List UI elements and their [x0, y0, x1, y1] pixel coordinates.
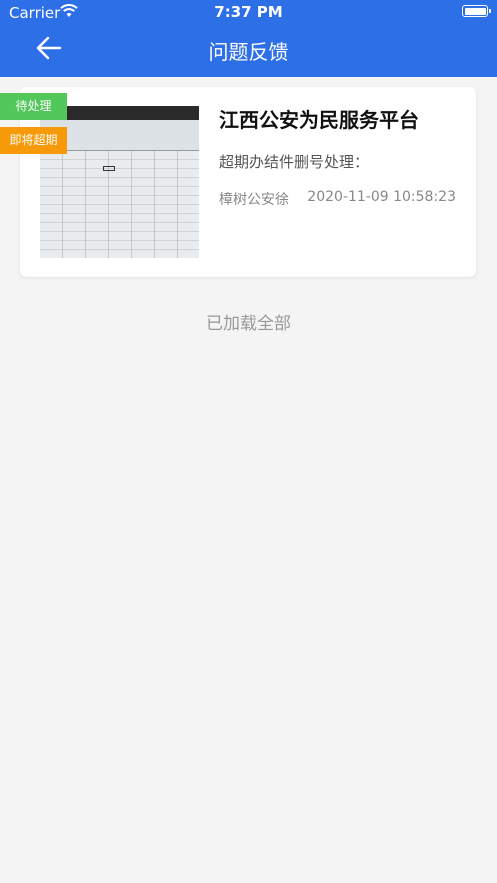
load-complete-text: 已加载全部: [206, 314, 291, 334]
card-timestamp: 2020-11-09 10:58:23: [307, 189, 456, 205]
page-title: 问题反馈: [208, 40, 289, 64]
navigation-bar: Carrier 7:37 PM 问题反馈: [0, 0, 497, 77]
status-badge-overdue-soon: 即将超期: [0, 127, 67, 154]
thumbnail-selected-cell: [103, 166, 115, 171]
status-badge-pending: 待处理: [0, 93, 67, 120]
card-description: 超期办结件删号处理：: [219, 153, 370, 171]
status-bar: Carrier 7:37 PM: [0, 0, 497, 26]
card-title: 江西公安为民服务平台: [219, 108, 419, 132]
card-author: 樟树公安徐: [219, 192, 289, 208]
feedback-card[interactable]: 江西公安为民服务平台 超期办结件删号处理： 樟树公安徐 2020-11-09 1…: [20, 87, 476, 277]
status-time: 7:37 PM: [214, 3, 283, 21]
battery-icon: [462, 5, 491, 17]
